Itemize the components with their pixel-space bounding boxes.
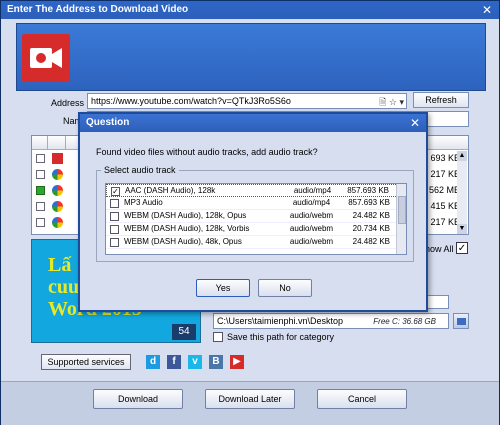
app-logo-icon bbox=[22, 34, 70, 82]
supported-services-button[interactable]: Supported services bbox=[41, 354, 131, 370]
dialog-message: Found video files without audio tracks, … bbox=[96, 147, 318, 157]
address-input[interactable]: https://www.youtube.com/watch?v=QTkJ3Ro5… bbox=[87, 93, 407, 109]
media-icon bbox=[52, 185, 63, 196]
thumbnail-number: 54 bbox=[172, 324, 196, 340]
vimeo-icon[interactable]: v bbox=[188, 355, 202, 369]
audio-track-row[interactable]: ✓ AAC (DASH Audio), 128k audio/mp4 857.693 … bbox=[106, 184, 406, 197]
facebook-icon[interactable]: f bbox=[167, 355, 181, 369]
audio-track-name: WEBM (DASH Audio), 128k, Opus bbox=[124, 211, 247, 220]
audio-track-name: WEBM (DASH Audio), 48k, Opus bbox=[124, 237, 242, 246]
audio-track-name: MP3 Audio bbox=[124, 198, 163, 207]
dailymotion-icon[interactable]: d bbox=[146, 355, 160, 369]
list-item-checkbox[interactable] bbox=[36, 170, 45, 179]
list-item-checkbox[interactable] bbox=[36, 154, 45, 163]
media-icon bbox=[52, 169, 63, 180]
audio-track-group-label: Select audio track bbox=[101, 165, 179, 175]
address-label: Address bbox=[51, 98, 85, 108]
scroll-up-icon[interactable]: ▲ bbox=[457, 151, 467, 161]
yes-button[interactable]: Yes bbox=[196, 279, 250, 297]
audio-track-checkbox[interactable]: ✓ bbox=[111, 187, 120, 196]
audio-track-checkbox[interactable] bbox=[110, 212, 119, 221]
save-category-label: Save this path for category bbox=[227, 332, 335, 342]
audio-track-size: 857.693 KB bbox=[347, 186, 389, 195]
list-item-size: 415 KB bbox=[430, 201, 460, 211]
list-scrollbar[interactable]: ▲ ▼ bbox=[457, 151, 467, 234]
audio-track-group: Select audio track ✓ AAC (DASH Audio), 12… bbox=[96, 165, 414, 262]
vk-icon[interactable]: B bbox=[209, 355, 223, 369]
audio-track-name: AAC (DASH Audio), 128k bbox=[125, 186, 216, 195]
folder-icon bbox=[457, 318, 466, 325]
address-value: https://www.youtube.com/watch?v=QTkJ3Ro5… bbox=[91, 96, 291, 106]
window-close-icon[interactable]: ✕ bbox=[479, 3, 495, 17]
save-path-input[interactable]: C:\Users\taimienphi.vn\Desktop Free C: 3… bbox=[213, 313, 449, 329]
dash-icon bbox=[52, 153, 63, 164]
youtube-icon[interactable]: ▶ bbox=[230, 355, 244, 369]
cancel-button[interactable]: Cancel bbox=[317, 389, 407, 409]
list-item-size: 693 KB bbox=[430, 153, 460, 163]
list-header-icon[interactable] bbox=[48, 136, 66, 150]
list-item-checkbox[interactable] bbox=[36, 186, 45, 195]
show-all-label: how All bbox=[425, 244, 454, 254]
window-title: Enter The Address to Download Video bbox=[7, 4, 189, 15]
audio-track-row[interactable]: WEBM (DASH Audio), 48k, Opus audio/webm 24… bbox=[106, 236, 406, 249]
audio-track-checkbox[interactable] bbox=[110, 225, 119, 234]
audio-track-format: audio/mp4 bbox=[293, 186, 332, 195]
save-category-checkbox[interactable] bbox=[213, 332, 223, 342]
list-item-checkbox[interactable] bbox=[36, 218, 45, 227]
audio-track-list: ✓ AAC (DASH Audio), 128k audio/mp4 857.693 … bbox=[105, 183, 407, 255]
dialog-close-icon[interactable]: ✕ bbox=[410, 116, 420, 130]
audio-track-size: 20.734 KB bbox=[352, 224, 390, 233]
address-tools-icon[interactable]: 🗎 ☆ ▾ bbox=[379, 95, 404, 108]
audio-track-name: WEBM (DASH Audio), 128k, Vorbis bbox=[124, 224, 250, 233]
audio-track-format: audio/webm bbox=[289, 211, 334, 220]
track-scroll-thumb[interactable] bbox=[398, 196, 406, 224]
browse-folder-button[interactable] bbox=[453, 313, 469, 329]
download-button[interactable]: Download bbox=[93, 389, 183, 409]
refresh-button[interactable]: Refresh bbox=[413, 92, 469, 108]
scroll-down-icon[interactable]: ▼ bbox=[457, 224, 467, 234]
no-button[interactable]: No bbox=[258, 279, 312, 297]
audio-track-size: 857.693 KB bbox=[348, 198, 390, 207]
audio-track-format: audio/webm bbox=[289, 224, 334, 233]
audio-track-checkbox[interactable] bbox=[110, 199, 119, 208]
list-header-check[interactable] bbox=[32, 136, 48, 150]
audio-track-size: 24.482 KB bbox=[352, 211, 390, 220]
audio-track-checkbox[interactable] bbox=[110, 238, 119, 247]
list-item-checkbox[interactable] bbox=[36, 202, 45, 211]
download-later-button[interactable]: Download Later bbox=[205, 389, 295, 409]
audio-track-format: audio/webm bbox=[289, 237, 334, 246]
list-item-size: 562 MB bbox=[428, 185, 460, 195]
audio-track-size: 24.482 KB bbox=[352, 237, 390, 246]
show-all-checkbox[interactable]: ✓ bbox=[456, 242, 468, 254]
audio-track-format: audio/mp4 bbox=[292, 198, 331, 207]
question-dialog: Question ✕ Found video files without aud… bbox=[78, 112, 428, 312]
free-space-text: Free C: 36.68 GB bbox=[373, 317, 436, 326]
header-banner bbox=[16, 23, 486, 91]
save-path-value: C:\Users\taimienphi.vn\Desktop bbox=[217, 316, 344, 326]
track-scrollbar[interactable] bbox=[396, 184, 406, 254]
list-item-size: 217 KB bbox=[430, 217, 460, 227]
list-item-size: 217 KB bbox=[430, 169, 460, 179]
audio-track-row[interactable]: WEBM (DASH Audio), 128k, Opus audio/webm 2… bbox=[106, 210, 406, 223]
audio-track-row[interactable]: WEBM (DASH Audio), 128k, Vorbis audio/web… bbox=[106, 223, 406, 236]
audio-track-row[interactable]: MP3 Audio audio/mp4 857.693 KB bbox=[106, 197, 406, 210]
media-icon bbox=[52, 217, 63, 228]
dialog-title: Question bbox=[80, 114, 426, 132]
media-icon bbox=[52, 201, 63, 212]
